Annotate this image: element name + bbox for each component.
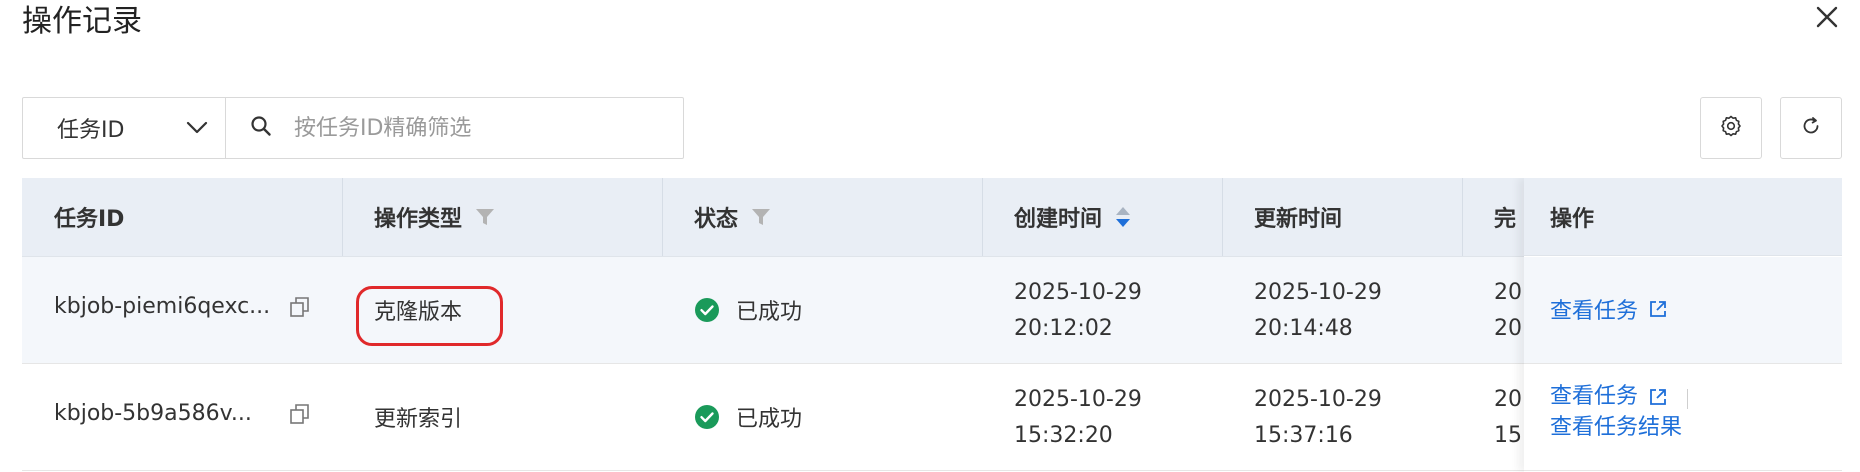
actions-column: 操作 查看任务 查看任务 查看任务结果 — [1524, 178, 1842, 472]
search-input[interactable] — [292, 114, 656, 142]
status-badge: 已成功 — [694, 294, 802, 326]
search-icon — [250, 115, 272, 141]
external-link-icon — [1648, 299, 1668, 319]
updated-date: 2025-10-29 — [1254, 280, 1382, 305]
view-task-link[interactable]: 查看任务 — [1550, 293, 1668, 325]
header-status[interactable]: 状态 — [694, 178, 772, 256]
updated-date: 2025-10-29 — [1254, 387, 1382, 412]
header-actions: 操作 — [1524, 178, 1842, 256]
created-clock: 20:12:02 — [1014, 316, 1113, 341]
header-op-type-label: 操作类型 — [374, 207, 463, 232]
copy-icon[interactable] — [288, 402, 312, 430]
close-icon[interactable] — [1812, 2, 1842, 32]
view-task-label: 查看任务 — [1550, 299, 1639, 324]
check-circle-icon — [694, 404, 720, 430]
status-text: 已成功 — [736, 407, 803, 432]
status-badge: 已成功 — [694, 401, 802, 433]
filter-field-select[interactable]: 任务ID — [23, 98, 226, 158]
settings-button[interactable] — [1700, 97, 1762, 159]
task-id: kbjob-5b9a586v... — [54, 401, 252, 426]
filter-icon[interactable] — [474, 206, 496, 228]
refresh-icon — [1800, 115, 1822, 141]
updated-clock: 15:37:16 — [1254, 423, 1353, 448]
header-completed: 完 — [1494, 207, 1517, 232]
check-circle-icon — [694, 297, 720, 323]
updated-time: 2025-10-29 20:14:48 — [1254, 275, 1382, 347]
gear-icon — [1719, 114, 1743, 142]
copy-icon[interactable] — [288, 295, 312, 323]
status-text: 已成功 — [736, 300, 803, 325]
filter-field-label: 任务ID — [57, 118, 125, 143]
created-time: 2025-10-29 15:32:20 — [1014, 382, 1142, 454]
created-time: 2025-10-29 20:12:02 — [1014, 275, 1142, 347]
updated-time: 2025-10-29 15:37:16 — [1254, 382, 1382, 454]
created-date: 2025-10-29 — [1014, 280, 1142, 305]
task-id: kbjob-piemi6qexc... — [54, 294, 271, 319]
completed-time: 20 20 — [1494, 275, 1522, 347]
updated-clock: 20:14:48 — [1254, 316, 1353, 341]
header-status-label: 状态 — [694, 207, 739, 232]
operation-table: 任务ID 操作类型 状态 创建时间 更新时间 完 kbjob-piemi6qex… — [22, 178, 1842, 472]
created-clock: 15:32:20 — [1014, 423, 1113, 448]
link-separator — [1687, 388, 1689, 409]
view-task-result-link[interactable]: 查看任务结果 — [1550, 413, 1682, 443]
header-updated: 更新时间 — [1254, 207, 1343, 232]
refresh-button[interactable] — [1780, 97, 1842, 159]
sort-icon[interactable] — [1114, 204, 1132, 230]
filter-bar: 任务ID — [22, 97, 684, 159]
view-task-label: 查看任务 — [1550, 384, 1639, 409]
chevron-down-icon — [185, 118, 209, 144]
actions-cell: 查看任务 查看任务结果 — [1524, 364, 1842, 471]
op-type: 更新索引 — [374, 407, 463, 432]
header-op-type[interactable]: 操作类型 — [374, 178, 496, 256]
external-link-icon — [1648, 387, 1668, 407]
header-created[interactable]: 创建时间 — [1014, 178, 1132, 256]
header-created-label: 创建时间 — [1014, 207, 1103, 232]
completed-clock: 20 — [1494, 316, 1522, 341]
search-box[interactable] — [226, 98, 683, 158]
dialog-title: 操作记录 — [22, 4, 142, 39]
filter-icon[interactable] — [750, 206, 772, 228]
actions-cell: 查看任务 — [1524, 257, 1842, 364]
header-task-id: 任务ID — [54, 207, 125, 232]
view-task-link[interactable]: 查看任务 — [1550, 382, 1668, 412]
completed-time: 20 15 — [1494, 382, 1522, 454]
completed-date: 20 — [1494, 387, 1522, 412]
completed-clock: 15 — [1494, 423, 1522, 448]
created-date: 2025-10-29 — [1014, 387, 1142, 412]
completed-date: 20 — [1494, 280, 1522, 305]
highlight-box — [356, 286, 503, 346]
